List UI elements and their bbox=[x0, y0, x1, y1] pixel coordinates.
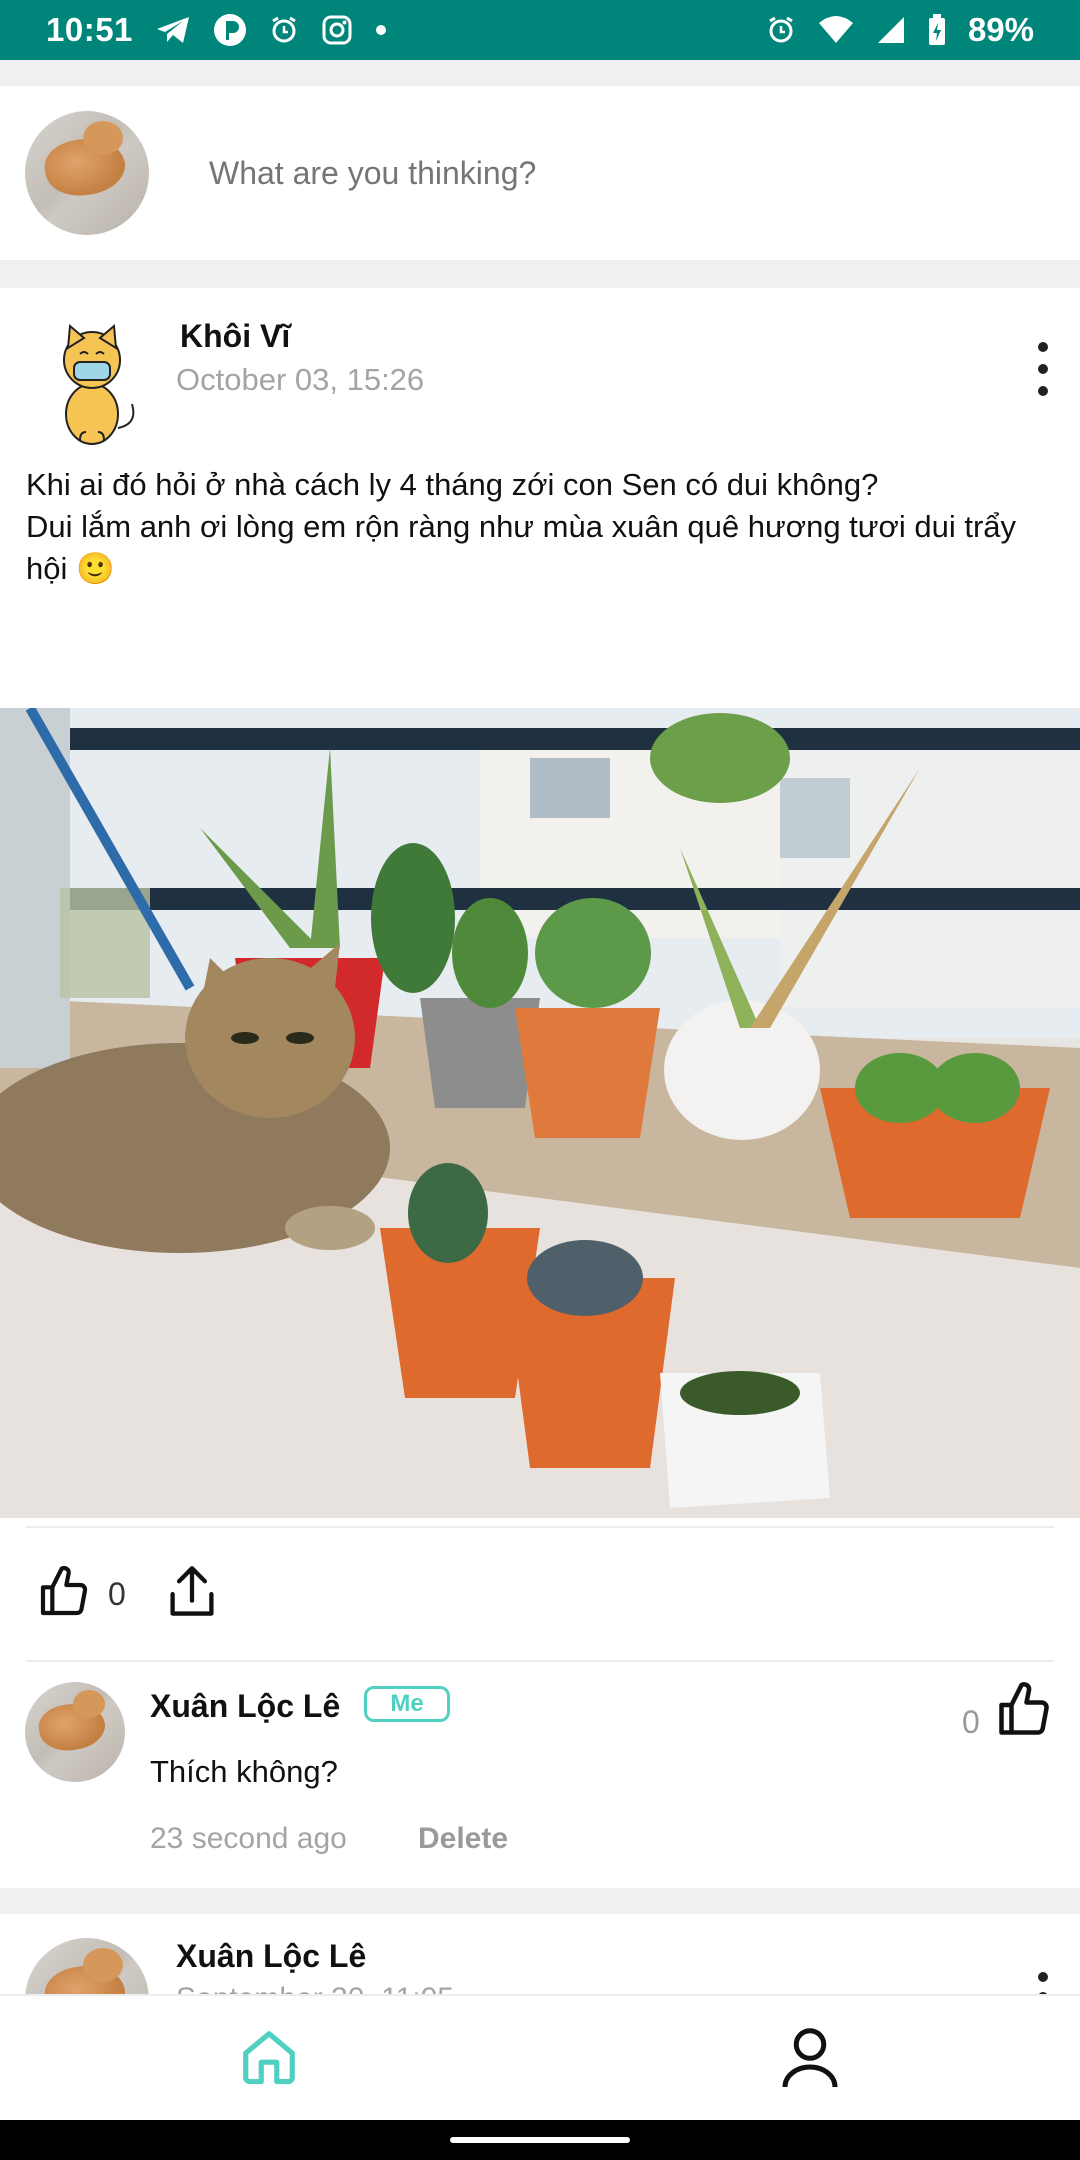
cat-mask-icon bbox=[63, 323, 135, 445]
status-bar: 10:51 89% bbox=[0, 0, 1080, 60]
signal-icon bbox=[876, 15, 906, 45]
telegram-icon bbox=[155, 15, 191, 45]
post-author-name[interactable]: Xuân Lộc Lê bbox=[176, 1938, 366, 1975]
post-body: Khi ai đó hỏi ở nhà cách ly 4 tháng zới … bbox=[26, 464, 1046, 590]
pinterest-icon bbox=[213, 13, 247, 47]
comment-text: Thích không? bbox=[150, 1754, 338, 1789]
avatar[interactable] bbox=[25, 111, 149, 235]
bottom-navigation bbox=[0, 1994, 1080, 2120]
post-date: October 03, 15:26 bbox=[176, 362, 425, 397]
post-card: Xuân Lộc Lê September 30, 11:05 bbox=[0, 1914, 1080, 1994]
battery-percent: 89% bbox=[967, 11, 1034, 48]
comment-author[interactable]: Xuân Lộc Lê bbox=[150, 1688, 340, 1725]
post-card: Khôi Vĩ October 03, 15:26 Khi ai đó hỏi … bbox=[0, 288, 1080, 1888]
status-time: 10:51 bbox=[46, 11, 133, 48]
like-count: 0 bbox=[108, 1576, 126, 1612]
cat-with-cactus-photo bbox=[0, 708, 1080, 1518]
comment-like-count: 0 bbox=[962, 1704, 980, 1740]
home-icon[interactable] bbox=[238, 2026, 300, 2093]
post-text-line: Dui lắm anh ơi lòng em rộn ràng như mùa … bbox=[26, 509, 1017, 586]
divider bbox=[26, 1526, 1054, 1528]
share-icon[interactable] bbox=[166, 1564, 218, 1625]
gesture-bar bbox=[0, 2120, 1080, 2160]
avatar[interactable] bbox=[25, 1682, 125, 1782]
post-date: September 30, 11:05 bbox=[176, 1982, 454, 1994]
alarm-icon bbox=[766, 15, 796, 45]
me-badge: Me bbox=[364, 1686, 450, 1722]
battery-charging-icon bbox=[928, 14, 946, 46]
comment-item: Xuân Lộc Lê Me Thích không? 23 second ag… bbox=[0, 1662, 1080, 1888]
comment-time: 23 second ago bbox=[150, 1822, 347, 1855]
wifi-icon bbox=[818, 15, 854, 45]
dot-icon bbox=[375, 24, 387, 36]
more-options-icon[interactable] bbox=[1036, 1970, 1050, 1994]
author-avatar[interactable] bbox=[40, 318, 150, 448]
post-photo[interactable] bbox=[0, 708, 1080, 1518]
home-gesture-handle[interactable] bbox=[450, 2137, 630, 2143]
profile-icon[interactable] bbox=[780, 2024, 840, 2095]
more-options-icon[interactable] bbox=[1036, 342, 1050, 396]
avatar[interactable] bbox=[25, 1938, 149, 1994]
alarm-icon bbox=[269, 15, 299, 45]
instagram-icon bbox=[321, 14, 353, 46]
like-icon[interactable] bbox=[36, 1564, 92, 1625]
post-composer[interactable] bbox=[0, 86, 1080, 260]
post-author-name[interactable]: Khôi Vĩ bbox=[180, 318, 290, 355]
delete-comment-button[interactable]: Delete bbox=[418, 1822, 508, 1856]
post-text-line: Khi ai đó hỏi ở nhà cách ly 4 tháng zới … bbox=[26, 467, 879, 502]
composer-input[interactable] bbox=[207, 153, 1011, 193]
like-icon[interactable] bbox=[994, 1680, 1054, 1745]
post-actions: 0 bbox=[36, 1564, 218, 1625]
